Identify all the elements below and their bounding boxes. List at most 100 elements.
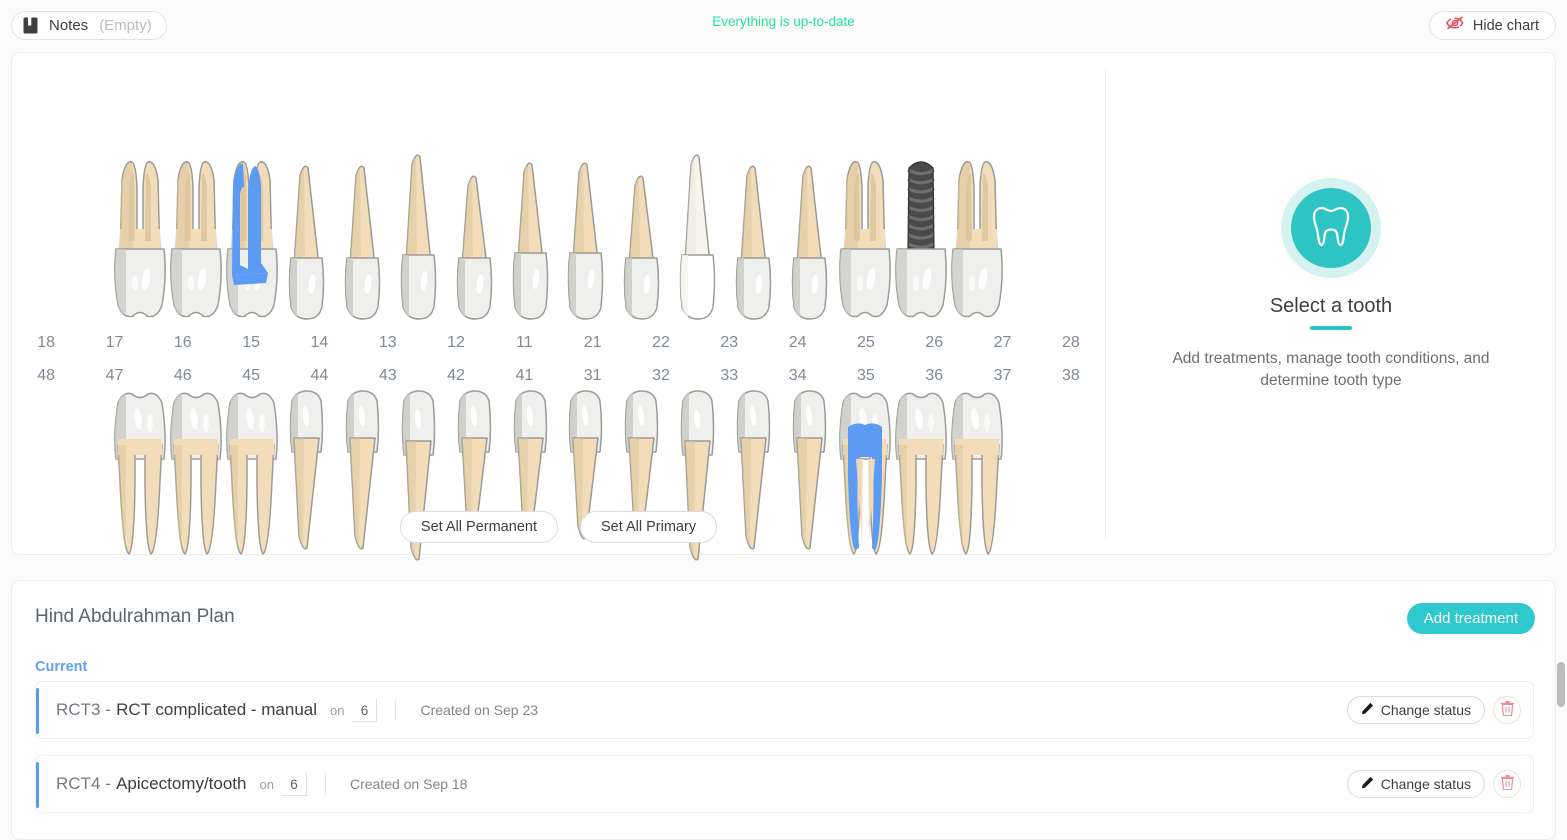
trash-icon [1500, 701, 1514, 719]
tooth-12[interactable] [447, 166, 503, 321]
tooth-number-22[interactable]: 22 [627, 334, 695, 352]
treatment-plan-card: Hind Abdulrahman Plan Add treatment Curr… [11, 580, 1556, 840]
tooth-number-46[interactable]: 46 [149, 367, 217, 385]
delete-treatment-button[interactable] [1493, 770, 1521, 798]
tooth-number-32[interactable]: 32 [627, 367, 695, 385]
tooth-number-45[interactable]: 45 [217, 367, 285, 385]
tooth-number-48[interactable]: 48 [12, 367, 80, 385]
hide-chart-button[interactable]: Hide chart [1428, 11, 1556, 40]
eye-slash-icon [1445, 16, 1464, 35]
tooth-17[interactable] [168, 154, 224, 321]
tooth-25[interactable] [782, 156, 838, 321]
hide-chart-label: Hide chart [1472, 17, 1539, 34]
treatment-code: RCT4 [56, 774, 101, 793]
tooth-number-31[interactable]: 31 [559, 367, 627, 385]
tooth-13[interactable] [391, 145, 447, 321]
tooth-16[interactable] [224, 154, 280, 321]
change-status-label: Change status [1380, 776, 1471, 792]
change-status-button[interactable]: Change status [1346, 770, 1485, 798]
tooth-27[interactable] [893, 154, 949, 321]
tooth-number-26[interactable]: 26 [900, 334, 968, 352]
plan-title: Hind Abdulrahman Plan [35, 606, 235, 627]
treatment-status-accent [36, 762, 39, 808]
tooth-number-15[interactable]: 15 [217, 334, 285, 352]
tooth-number-11[interactable]: 11 [490, 334, 558, 352]
tooth-number-18[interactable]: 18 [12, 334, 80, 352]
tooth-number-33[interactable]: 33 [695, 367, 763, 385]
tooth-number-28[interactable]: 28 [1037, 334, 1105, 352]
tooth-number-41[interactable]: 41 [490, 367, 558, 385]
tooth-24[interactable] [726, 156, 782, 321]
tooth-number-13[interactable]: 13 [354, 334, 422, 352]
tooth-number-27[interactable]: 27 [968, 334, 1036, 352]
treatment-created-date: Created on Sep 18 [349, 776, 468, 792]
title-underline [1310, 326, 1352, 330]
set-all-permanent-button[interactable]: Set All Permanent [399, 511, 558, 543]
treatment-on-label: on [259, 776, 274, 792]
lower-tooth-numbers: 48 47 46 45 44 43 42 41 31 32 33 34 35 36 37 38 [12, 367, 1105, 385]
treatment-on-label: on [330, 702, 345, 718]
tooth-26[interactable] [838, 154, 894, 321]
tooth-number-38[interactable]: 38 [1037, 367, 1105, 385]
tooth-number-24[interactable]: 24 [763, 334, 831, 352]
treatment-tooth-input[interactable]: 6 [351, 698, 378, 722]
tooth-number-17[interactable]: 17 [80, 334, 148, 352]
tooth-28[interactable] [949, 154, 1005, 321]
tooth-chart-area: 18 17 16 15 14 13 12 11 21 22 23 24 25 26 27 28 48 47 46 4… [12, 53, 1105, 561]
tooth-number-35[interactable]: 35 [832, 367, 900, 385]
tooth-number-12[interactable]: 12 [422, 334, 490, 352]
tooth-detail-panel: Select a tooth Add treatments, manage to… [1106, 53, 1556, 554]
tooth-number-44[interactable]: 44 [285, 367, 353, 385]
tooth-number-37[interactable]: 37 [968, 367, 1036, 385]
tooth-15[interactable] [279, 156, 335, 321]
tooth-number-36[interactable]: 36 [900, 367, 968, 385]
delete-treatment-button[interactable] [1493, 696, 1521, 724]
tooth-23[interactable] [670, 145, 726, 321]
tooth-number-47[interactable]: 47 [80, 367, 148, 385]
tooth-icon [1291, 188, 1371, 268]
treatment-name: Apicectomy/tooth [116, 774, 247, 793]
treatment-dash: - [105, 700, 112, 719]
change-status-label: Change status [1380, 702, 1471, 718]
treatment-row[interactable]: RCT3 - RCT complicated - manual on 6 Cre… [35, 681, 1534, 739]
treatment-created-date: Created on Sep 23 [420, 702, 539, 718]
treatment-separator [324, 774, 326, 794]
set-all-primary-button[interactable]: Set All Primary [579, 511, 718, 543]
tooth-11[interactable] [503, 153, 559, 321]
tooth-14[interactable] [335, 156, 391, 321]
scrollbar-thumb[interactable] [1557, 662, 1565, 707]
tooth-18[interactable] [112, 154, 168, 321]
tooth-number-14[interactable]: 14 [285, 334, 353, 352]
plan-section-label: Current [35, 659, 88, 675]
tooth-number-16[interactable]: 16 [149, 334, 217, 352]
treatment-list: RCT3 - RCT complicated - manual on 6 Cre… [12, 681, 1555, 839]
tooth-number-23[interactable]: 23 [695, 334, 763, 352]
tooth-number-42[interactable]: 42 [422, 367, 490, 385]
upper-tooth-numbers: 18 17 16 15 14 13 12 11 21 22 23 24 25 26 27 28 [12, 334, 1105, 352]
treatment-actions: Change status [1346, 770, 1521, 798]
pencil-icon [1361, 776, 1374, 792]
upper-arch [12, 154, 1105, 321]
detail-panel-subtitle: Add treatments, manage tooth conditions,… [1172, 350, 1490, 389]
tooth-21[interactable] [559, 153, 615, 321]
trash-icon [1500, 775, 1514, 793]
tooth-number-21[interactable]: 21 [559, 334, 627, 352]
treatment-separator [395, 700, 397, 720]
upper-teeth-strip [12, 154, 1105, 321]
tooth-number-43[interactable]: 43 [354, 367, 422, 385]
treatment-code: RCT3 [56, 700, 101, 719]
plan-header: Hind Abdulrahman Plan Add treatment [12, 581, 1555, 647]
tooth-22[interactable] [614, 166, 670, 321]
tooth-number-25[interactable]: 25 [832, 334, 900, 352]
add-treatment-button[interactable]: Add treatment [1406, 603, 1535, 634]
sync-status-text: Everything is up-to-date [712, 14, 855, 29]
pencil-icon [1361, 702, 1374, 718]
set-all-row: Set All Permanent Set All Primary [12, 511, 1105, 543]
tooth-number-34[interactable]: 34 [763, 367, 831, 385]
treatment-tooth-input[interactable]: 6 [280, 772, 307, 796]
change-status-button[interactable]: Change status [1346, 696, 1485, 724]
treatment-actions: Change status [1346, 696, 1521, 724]
treatment-row[interactable]: RCT4 - Apicectomy/tooth on 6 Created on … [35, 755, 1534, 813]
treatment-dash: - [105, 774, 112, 793]
detail-panel-title: Select a tooth [1269, 295, 1393, 317]
